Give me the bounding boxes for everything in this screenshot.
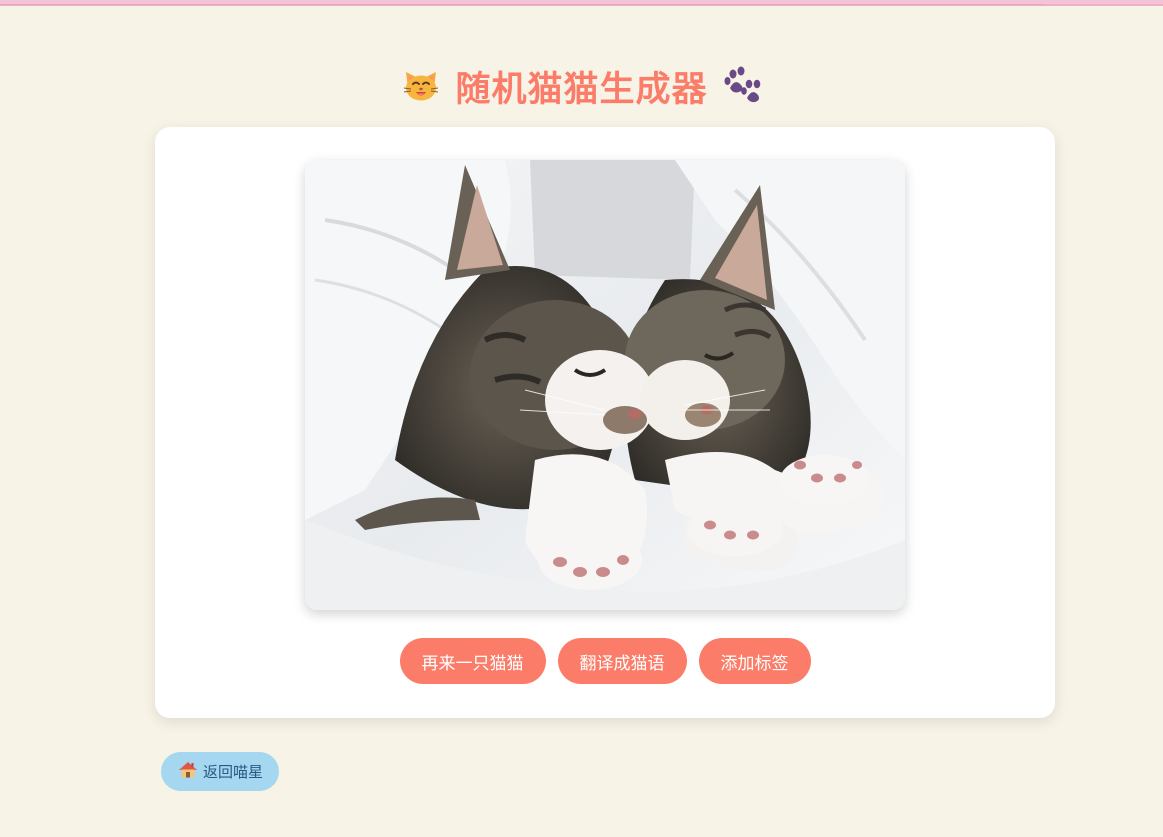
cat-face-icon <box>401 64 441 108</box>
translate-meow-button[interactable]: 翻译成猫语 <box>557 638 687 684</box>
page-header: 随机猫猫生成器 <box>0 56 1163 116</box>
action-buttons: 再来一只猫猫 翻译成猫语 添加标签 <box>155 638 1055 684</box>
house-icon <box>178 760 198 784</box>
back-home-button[interactable]: 返回喵星 <box>161 752 280 791</box>
add-tag-button[interactable]: 添加标签 <box>698 638 811 684</box>
another-cat-button[interactable]: 再来一只猫猫 <box>399 638 546 684</box>
top-bar-line <box>0 4 1043 5</box>
top-bar <box>0 0 1163 6</box>
paw-prints-icon <box>722 64 762 108</box>
cat-card: 再来一只猫猫 翻译成猫语 添加标签 <box>155 127 1055 718</box>
cat-photo <box>305 160 905 610</box>
back-home-label: 返回喵星 <box>203 763 264 781</box>
page-title: 随机猫猫生成器 <box>455 69 708 110</box>
